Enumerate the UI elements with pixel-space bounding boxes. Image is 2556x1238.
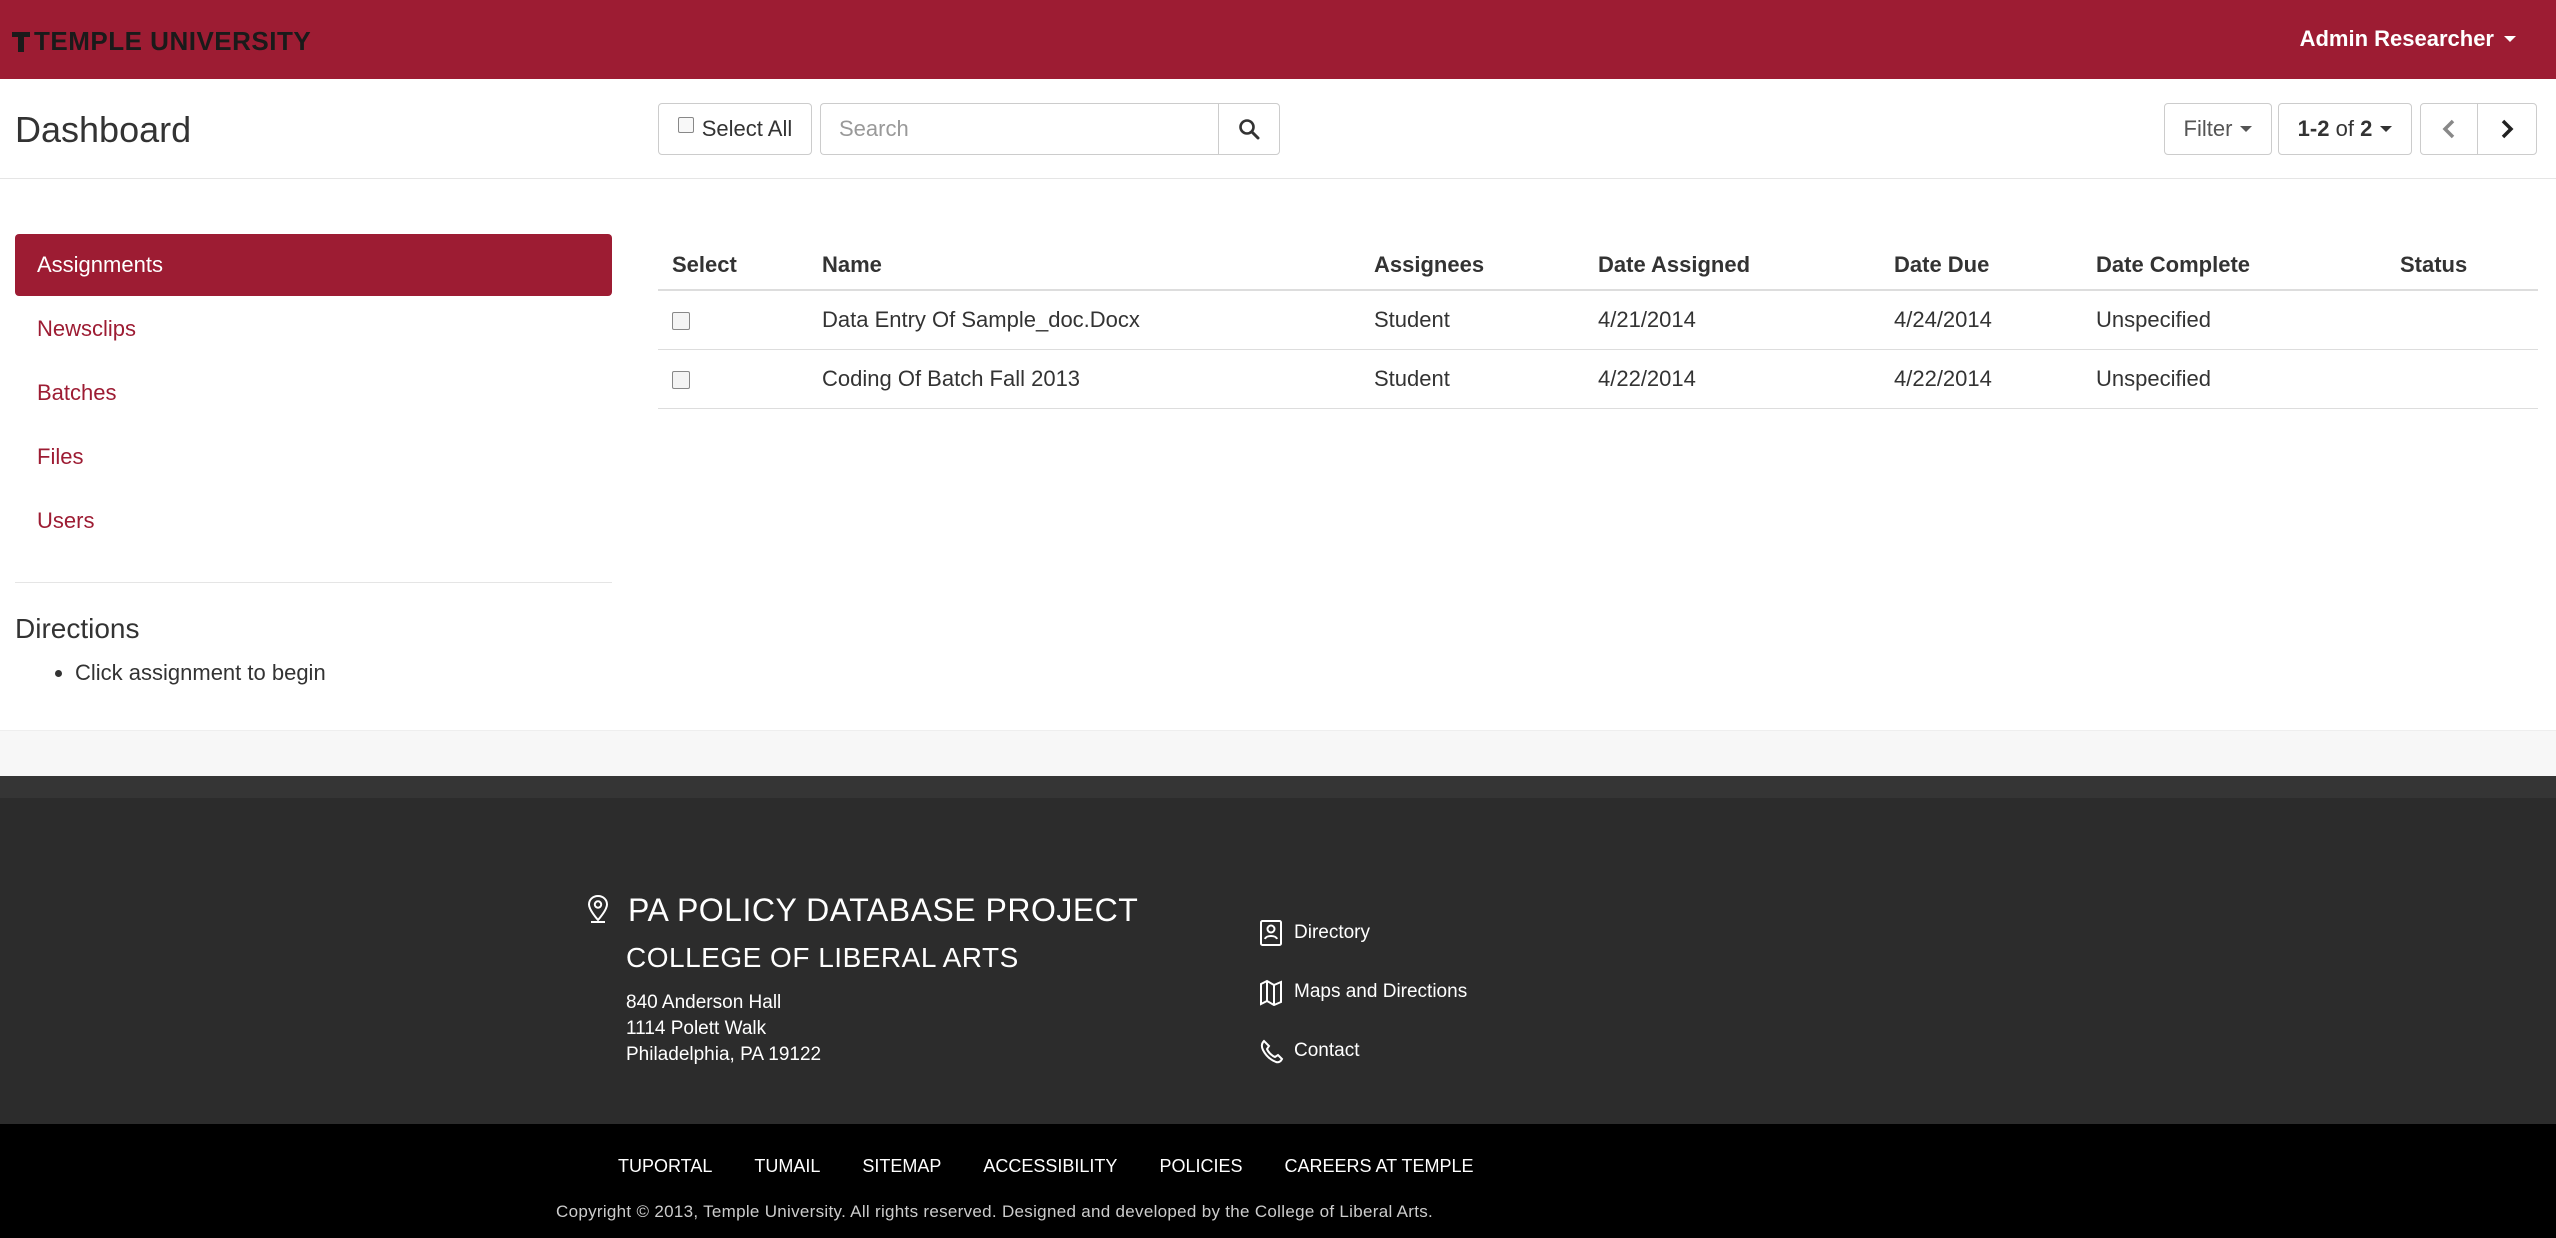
temple-t-icon — [12, 30, 30, 52]
row-checkbox[interactable] — [672, 370, 690, 389]
date-assigned-cell: 4/21/2014 — [1584, 290, 1880, 350]
search-input[interactable] — [820, 103, 1218, 155]
footer-link-label: Maps and Directions — [1294, 981, 1468, 1002]
bottom-links: TUPORTAL TUMAIL SITEMAP ACCESSIBILITY PO… — [618, 1156, 1474, 1177]
footer-links: Directory Maps and Directions Contact — [1258, 918, 1467, 1095]
directory-icon — [1260, 920, 1282, 946]
footer-link-label: Directory — [1294, 922, 1371, 943]
search-group — [820, 103, 1280, 155]
select-all-button[interactable]: Select All — [658, 103, 812, 155]
search-button[interactable] — [1218, 103, 1280, 155]
column-header-date-complete[interactable]: Date Complete — [2082, 240, 2386, 291]
project-title: PA POLICY DATABASE PROJECT — [628, 892, 1139, 928]
previous-page-button[interactable] — [2420, 103, 2478, 155]
assignments-table: Select Name Assignees Date Assigned Date… — [658, 240, 2538, 409]
sidebar-item-assignments[interactable]: Assignments — [15, 234, 612, 296]
next-page-button[interactable] — [2477, 103, 2537, 155]
footer-link-maps[interactable]: Maps and Directions — [1258, 977, 1467, 1007]
date-assigned-cell: 4/22/2014 — [1584, 349, 1880, 409]
filter-dropdown-button[interactable]: Filter — [2164, 103, 2272, 155]
bottom-bar: TUPORTAL TUMAIL SITEMAP ACCESSIBILITY PO… — [0, 1124, 2556, 1238]
chevron-right-icon — [2501, 119, 2514, 139]
column-header-status[interactable]: Status — [2386, 240, 2538, 291]
date-due-cell: 4/22/2014 — [1880, 349, 2082, 409]
sidebar-item-batches[interactable]: Batches — [15, 362, 612, 424]
table-header-row: Select Name Assignees Date Assigned Date… — [658, 240, 2538, 291]
column-header-date-due[interactable]: Date Due — [1880, 240, 2082, 291]
column-header-select[interactable]: Select — [658, 240, 808, 291]
site-footer: PA POLICY DATABASE PROJECT COLLEGE OF LI… — [0, 776, 2556, 1124]
pager-range: 1-2 — [2297, 116, 2330, 141]
address-line: 1114 Polett Walk — [626, 1018, 767, 1039]
address-line: Philadelphia, PA 19122 — [626, 1044, 822, 1065]
footer-link-contact[interactable]: Contact — [1258, 1036, 1467, 1066]
search-icon — [1239, 119, 1260, 140]
sidebar-nav: Assignments Newsclips Batches Files User… — [15, 234, 612, 554]
temple-logo[interactable]: TEMPLE UNIVERSITY — [12, 26, 311, 56]
footer-link-label: Contact — [1294, 1040, 1360, 1061]
bottom-link-tumail[interactable]: TUMAIL — [754, 1156, 820, 1177]
phone-icon — [1260, 1039, 1284, 1064]
select-cell — [658, 290, 808, 350]
address-line: 840 Anderson Hall — [626, 992, 782, 1013]
filter-label: Filter — [2183, 116, 2233, 141]
bottom-link-sitemap[interactable]: SITEMAP — [862, 1156, 941, 1177]
table-row[interactable]: Coding Of Batch Fall 2013 Student 4/22/2… — [658, 349, 2538, 409]
bottom-link-policies[interactable]: POLICIES — [1159, 1156, 1242, 1177]
copyright-text: Copyright © 2013, Temple University. All… — [556, 1202, 1434, 1221]
map-icon — [1260, 979, 1282, 1006]
select-cell — [658, 349, 808, 409]
chevron-left-icon — [2442, 119, 2455, 139]
column-header-date-assigned[interactable]: Date Assigned — [1584, 240, 1880, 291]
top-navbar: TEMPLE UNIVERSITY Admin Researcher — [0, 0, 2556, 79]
assignees-cell: Student — [1360, 349, 1584, 409]
directions-list: Click assignment to begin — [75, 660, 326, 686]
assignees-cell: Student — [1360, 290, 1584, 350]
brand-name: TEMPLE UNIVERSITY — [34, 25, 312, 56]
sidebar-divider — [15, 582, 612, 583]
content-footer-gap — [0, 731, 2556, 776]
page-toolbar: Dashboard Select All Filter 1-2 of 2 — [0, 79, 2556, 179]
date-complete-cell: Unspecified — [2082, 349, 2386, 409]
page-title: Dashboard — [15, 109, 192, 150]
bottom-link-careers[interactable]: CAREERS AT TEMPLE — [1284, 1156, 1473, 1177]
college-name: COLLEGE OF LIBERAL ARTS — [626, 942, 1019, 973]
select-all-checkbox[interactable] — [677, 117, 694, 133]
sidebar-item-newsclips[interactable]: Newsclips — [15, 298, 612, 360]
status-cell — [2386, 290, 2538, 350]
sidebar-item-users[interactable]: Users — [15, 490, 612, 552]
directions-heading: Directions — [15, 613, 140, 644]
user-name: Admin Researcher — [2299, 26, 2494, 51]
select-all-label: Select All — [701, 116, 793, 141]
pager-of: of — [2335, 116, 2354, 141]
location-pin-icon — [587, 894, 609, 923]
row-checkbox[interactable] — [672, 311, 690, 330]
address-block: 840 Anderson Hall 1114 Polett Walk Phila… — [626, 990, 821, 1068]
pagination-dropdown-button[interactable]: 1-2 of 2 — [2278, 103, 2412, 155]
sidebar-item-files[interactable]: Files — [15, 426, 612, 488]
caret-down-icon — [2240, 126, 2253, 132]
table-row[interactable]: Data Entry Of Sample_doc.Docx Student 4/… — [658, 290, 2538, 350]
date-complete-cell: Unspecified — [2082, 290, 2386, 350]
pager-total: 2 — [2360, 116, 2373, 141]
bottom-link-tuportal[interactable]: TUPORTAL — [618, 1156, 712, 1177]
footer-link-directory[interactable]: Directory — [1258, 918, 1467, 948]
status-cell — [2386, 349, 2538, 409]
user-menu-dropdown[interactable]: Admin Researcher — [2300, 26, 2516, 52]
caret-down-icon — [2380, 126, 2393, 132]
column-header-name[interactable]: Name — [808, 240, 1360, 291]
name-cell[interactable]: Coding Of Batch Fall 2013 — [808, 349, 1360, 409]
name-cell[interactable]: Data Entry Of Sample_doc.Docx — [808, 290, 1360, 350]
bottom-link-accessibility[interactable]: ACCESSIBILITY — [983, 1156, 1117, 1177]
date-due-cell: 4/24/2014 — [1880, 290, 2082, 350]
directions-item: Click assignment to begin — [75, 660, 326, 686]
column-header-assignees[interactable]: Assignees — [1360, 240, 1584, 291]
caret-down-icon — [2504, 36, 2516, 42]
